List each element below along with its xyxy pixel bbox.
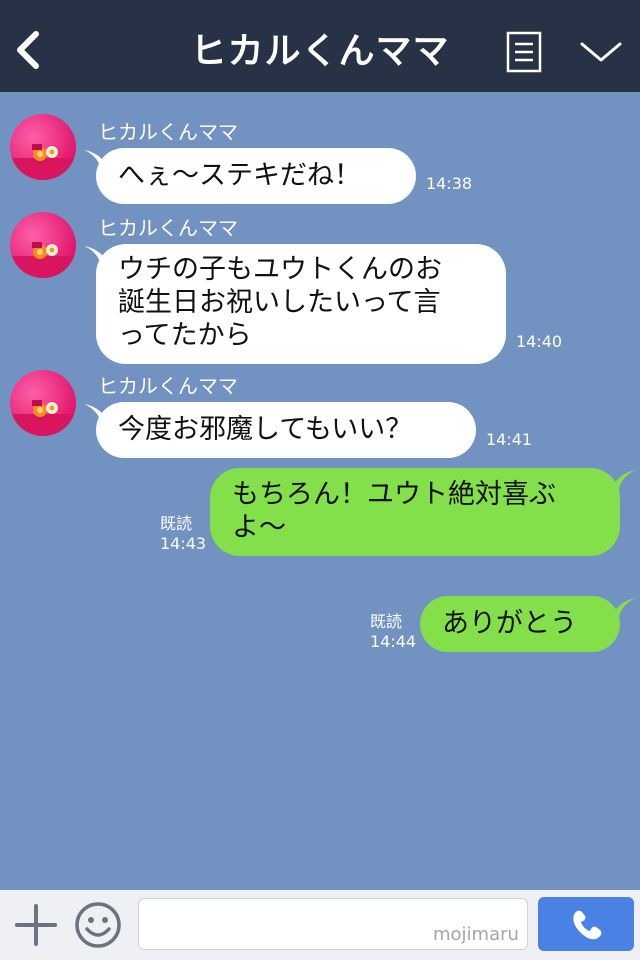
avatar[interactable]	[10, 114, 76, 180]
chat-area[interactable]: ヒカルくんママ へぇ〜ステキだね！ 14:38 ヒカルくんママ ウチの子もユウト…	[0, 92, 640, 890]
read-label: 既読	[370, 612, 403, 631]
message-text: 今度お邪魔してもいい？	[118, 414, 413, 445]
chat-title: ヒカルくんママ	[190, 31, 450, 72]
menu-button[interactable]	[506, 31, 542, 73]
back-button[interactable]	[12, 28, 48, 72]
plus-icon	[15, 904, 57, 946]
watermark: mojimaru	[433, 924, 519, 945]
message-text-line: 誕生日お祝いしたいって言	[118, 287, 441, 318]
message-text: ありがとう	[442, 608, 577, 639]
message-bubble[interactable]: もちろん！ユウト絶対喜ぶ よ〜	[210, 468, 620, 556]
message-text: へぇ〜ステキだね！	[118, 160, 361, 191]
chevron-down-icon	[580, 42, 622, 62]
message-text-line: ウチの子もユウトくんのお	[118, 254, 442, 285]
sender-name: ヒカルくんママ	[98, 374, 238, 398]
read-receipt: 既読 14:43	[160, 514, 206, 554]
avatar-photo-icon	[10, 242, 76, 278]
chat-header: ヒカルくんママ	[0, 0, 640, 92]
chevron-left-icon	[17, 31, 39, 69]
avatar[interactable]	[10, 370, 76, 436]
sender-name: ヒカルくんママ	[98, 216, 238, 240]
message-time: 14:41	[486, 430, 533, 449]
message-bubble[interactable]: 今度お邪魔してもいい？	[96, 402, 476, 458]
avatar-photo-icon	[10, 400, 76, 436]
message-bubble[interactable]: へぇ〜ステキだね！	[96, 148, 416, 204]
message-time: 14:43	[160, 534, 207, 553]
message-time: 14:38	[426, 174, 473, 193]
avatar-photo-icon	[10, 144, 76, 180]
message-bubble[interactable]: ありがとう	[420, 596, 620, 652]
smiley-icon	[75, 902, 121, 948]
phone-icon	[573, 910, 602, 940]
read-receipt: 既読 14:44	[370, 612, 416, 652]
sender-name: ヒカルくんママ	[98, 120, 238, 144]
message-bubble[interactable]: ウチの子もユウトくんのお 誕生日お祝いしたいって言 ってたから	[96, 244, 506, 364]
message-time: 14:44	[370, 632, 417, 651]
avatar[interactable]	[10, 212, 76, 278]
message-text-line: よ〜	[232, 512, 286, 543]
call-button[interactable]	[538, 897, 634, 951]
dropdown-button[interactable]	[578, 36, 624, 66]
message-text-line: もちろん！ユウト絶対喜ぶ	[232, 479, 556, 510]
plus-button[interactable]	[14, 903, 58, 947]
read-label: 既読	[160, 514, 193, 533]
menu-icon	[506, 31, 542, 73]
message-time: 14:40	[516, 332, 563, 351]
message-text-line: ってたから	[118, 320, 252, 351]
emoji-button[interactable]	[74, 901, 122, 949]
